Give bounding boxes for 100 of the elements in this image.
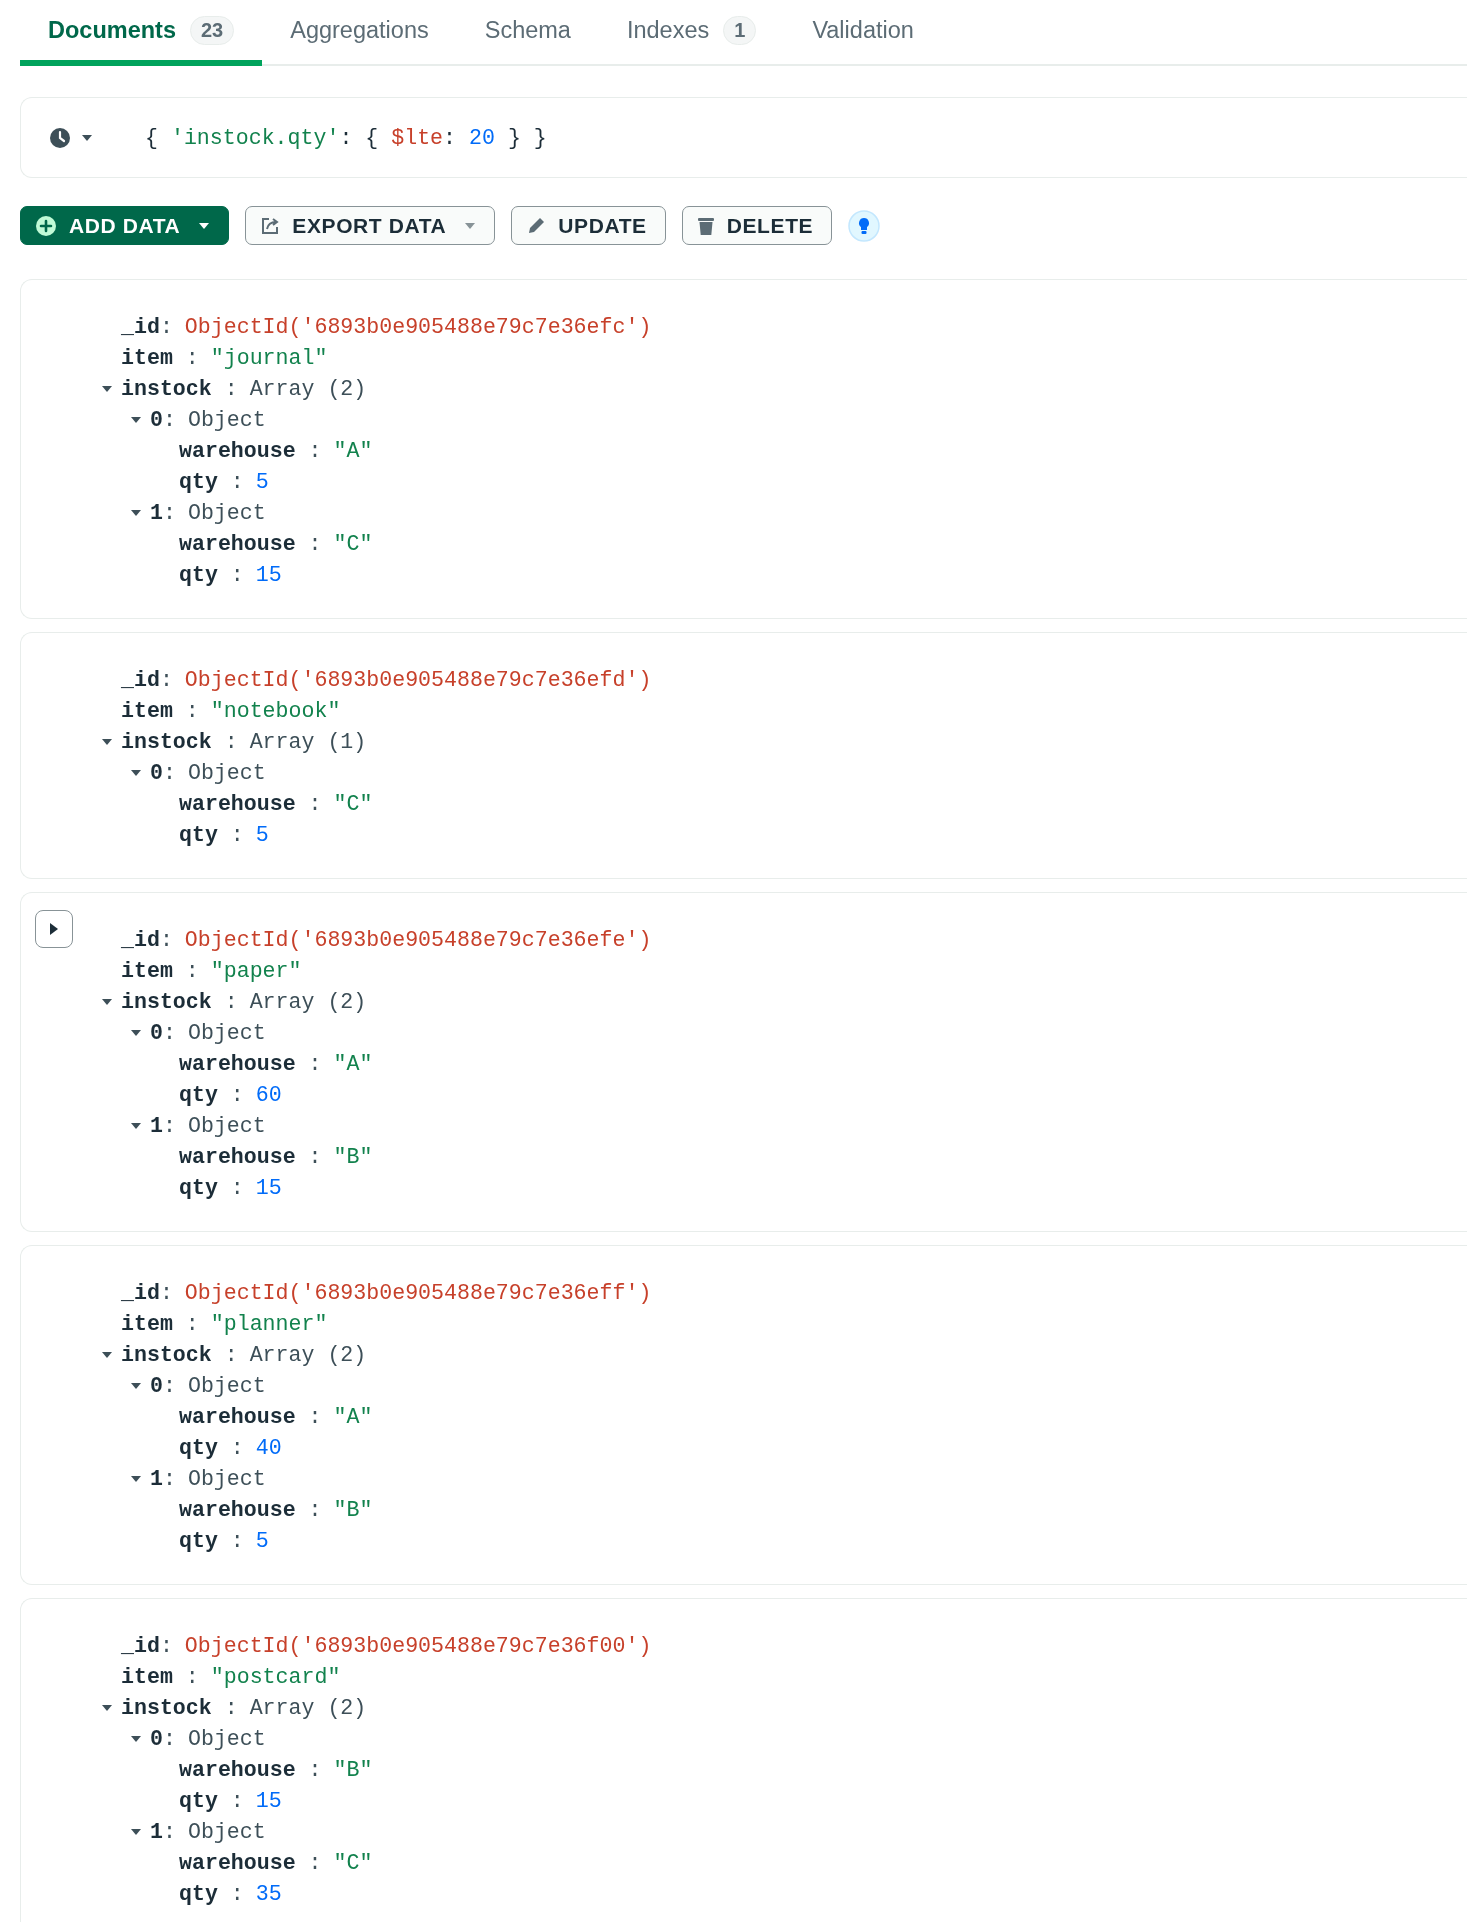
field-key: warehouse :: [179, 1051, 322, 1076]
field-key: qty :: [179, 1788, 244, 1813]
field-value: Array (2): [249, 989, 367, 1014]
field-key: warehouse :: [179, 1404, 322, 1429]
field-key: 0:: [150, 1373, 176, 1398]
field-value: Array (1): [249, 729, 367, 754]
field-value: "B": [333, 1144, 373, 1169]
trash-icon: [696, 215, 715, 236]
toolbar-button[interactable]: EXPORT DATA: [245, 206, 496, 245]
field-value: "postcard": [210, 1664, 341, 1689]
field-key: instock :: [121, 989, 238, 1014]
tab[interactable]: Validation: [784, 0, 942, 66]
field-key: item :: [121, 1311, 199, 1336]
pencil-icon: [526, 215, 547, 236]
field-value: 5: [255, 822, 269, 847]
field-key: 1:: [150, 1819, 176, 1844]
field-value: Object: [187, 1020, 266, 1045]
tab[interactable]: Indexes 1: [598, 0, 785, 66]
count-badge: 23: [189, 15, 235, 45]
field-value: Object: [187, 500, 266, 525]
field-key: 1:: [150, 1466, 176, 1491]
field-key: warehouse :: [179, 1757, 322, 1782]
field-key: _id:: [121, 1633, 173, 1658]
query-text[interactable]: { 'instock.qty': { $lte: 20 } }: [145, 125, 547, 150]
field-value: 15: [255, 1175, 282, 1200]
clock-icon: [49, 126, 71, 149]
field-key: item :: [121, 958, 199, 983]
field-value: "journal": [210, 345, 328, 370]
field-value: ObjectId('6893b0e905488e79c7e36efe'): [184, 927, 652, 952]
field-key: item :: [121, 1664, 199, 1689]
field-key: qty :: [179, 1528, 244, 1553]
field-value: Object: [187, 1113, 266, 1138]
field-key: qty :: [179, 469, 244, 494]
field-key: warehouse :: [179, 438, 322, 463]
field-value: "A": [333, 1051, 373, 1076]
field-value: "C": [333, 531, 373, 556]
toolbar-button[interactable]: ADD DATA: [20, 206, 230, 245]
field-key: 0:: [150, 1726, 176, 1751]
lightbulb-icon: [848, 209, 881, 242]
count-badge: 1: [723, 15, 757, 45]
field-value: Object: [187, 1726, 266, 1751]
field-value: Object: [187, 760, 266, 785]
field-key: qty :: [179, 822, 244, 847]
plus-circle-icon: [35, 214, 57, 237]
field-value: "C": [333, 791, 373, 816]
field-value: 60: [255, 1082, 282, 1107]
field-key: _id:: [121, 1280, 173, 1305]
field-key: warehouse :: [179, 1497, 322, 1522]
field-key: 0:: [150, 760, 176, 785]
field-value: "planner": [210, 1311, 328, 1336]
field-key: qty :: [179, 562, 244, 587]
field-value: ObjectId('6893b0e905488e79c7e36eff'): [184, 1280, 652, 1305]
field-value: Object: [187, 1373, 266, 1398]
field-key: _id:: [121, 314, 173, 339]
field-value: "C": [333, 1850, 373, 1875]
field-key: warehouse :: [179, 1850, 322, 1875]
field-value: ObjectId('6893b0e905488e79c7e36efc'): [184, 314, 652, 339]
field-key: item :: [121, 698, 199, 723]
field-value: 5: [255, 469, 269, 494]
field-key: warehouse :: [179, 531, 322, 556]
field-value: "notebook": [210, 698, 341, 723]
export-icon: [260, 215, 281, 236]
field-value: 15: [255, 1788, 282, 1813]
tab[interactable]: Schema: [456, 0, 599, 66]
tab[interactable]: Documents 23: [20, 0, 263, 66]
expand-document-button[interactable]: [35, 910, 73, 948]
field-key: qty :: [179, 1881, 244, 1906]
field-key: instock :: [121, 729, 238, 754]
field-value: ObjectId('6893b0e905488e79c7e36efd'): [184, 667, 652, 692]
field-value: "B": [333, 1757, 373, 1782]
field-value: "paper": [210, 958, 302, 983]
field-key: 0:: [150, 407, 176, 432]
toolbar-button[interactable]: DELETE: [681, 206, 833, 245]
field-value: Array (2): [249, 1695, 367, 1720]
field-key: 0:: [150, 1020, 176, 1045]
field-key: instock :: [121, 1695, 238, 1720]
field-value: Array (2): [249, 1342, 367, 1367]
field-value: 35: [255, 1881, 282, 1906]
field-value: 5: [255, 1528, 269, 1553]
field-key: qty :: [179, 1082, 244, 1107]
field-key: _id:: [121, 927, 173, 952]
field-key: 1:: [150, 500, 176, 525]
field-key: instock :: [121, 1342, 238, 1367]
field-value: Object: [187, 1819, 266, 1844]
field-key: 1:: [150, 1113, 176, 1138]
play-icon: [49, 923, 59, 935]
field-value: ObjectId('6893b0e905488e79c7e36f00'): [184, 1633, 652, 1658]
hint-button[interactable]: [848, 209, 881, 242]
field-value: Object: [187, 1466, 266, 1491]
field-key: instock :: [121, 376, 238, 401]
field-value: Array (2): [249, 376, 367, 401]
field-key: warehouse :: [179, 791, 322, 816]
tab[interactable]: Aggregations: [262, 0, 457, 66]
toolbar-button[interactable]: UPDATE: [511, 206, 666, 245]
field-key: _id:: [121, 667, 173, 692]
history-button[interactable]: [49, 126, 93, 149]
field-key: warehouse :: [179, 1144, 322, 1169]
field-value: "A": [333, 1404, 373, 1429]
field-key: qty :: [179, 1435, 244, 1460]
field-value: Object: [187, 407, 266, 432]
